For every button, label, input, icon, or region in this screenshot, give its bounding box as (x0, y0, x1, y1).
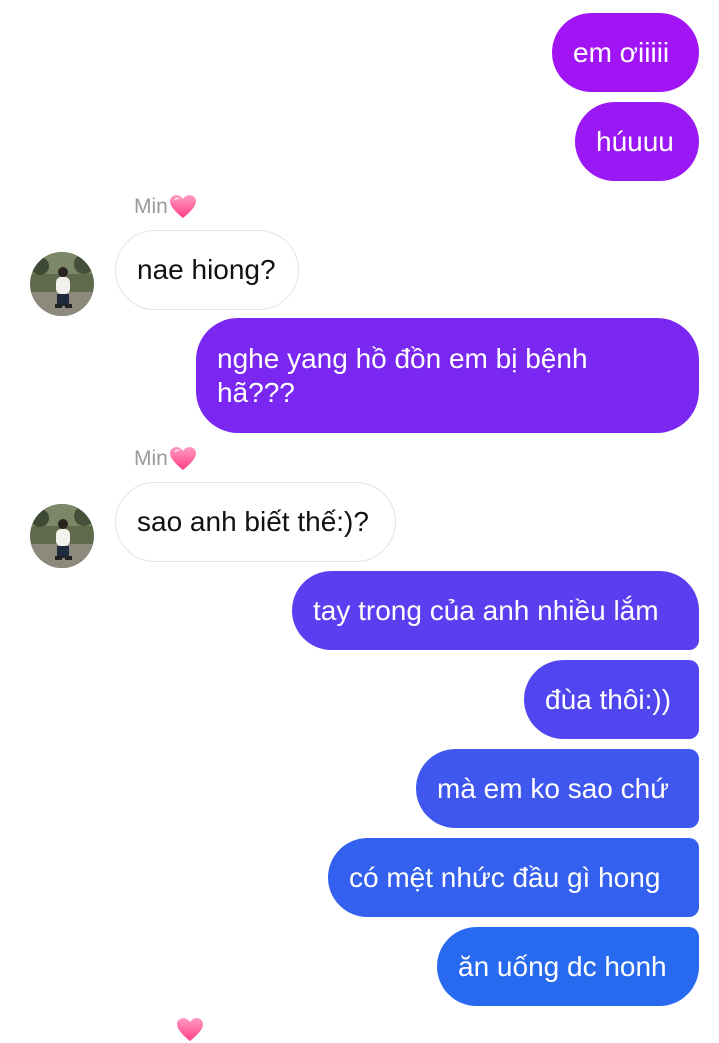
outgoing-message-bubble[interactable]: có mệt nhức đầu gì hong (328, 838, 699, 917)
message-text: em ơiiiii (573, 36, 670, 68)
pink-heart-icon (169, 447, 196, 470)
contact-avatar[interactable] (30, 252, 94, 316)
message-text: húuuu (596, 125, 674, 157)
sender-name: Min (134, 447, 168, 470)
message-text: mà em ko sao chứ (437, 772, 669, 804)
contact-avatar[interactable] (30, 504, 94, 568)
incoming-message-bubble[interactable]: sao anh biết thế:)? (115, 482, 396, 562)
message-text: tay trong của anh nhiều lắm (313, 594, 659, 626)
message-text: ăn uống dc honh (458, 950, 667, 982)
outgoing-message-bubble[interactable]: em ơiiiii (552, 13, 699, 92)
sender-name: Min (134, 195, 168, 218)
pink-heart-icon (177, 1018, 203, 1041)
pink-heart-icon (169, 195, 196, 218)
outgoing-message-bubble[interactable]: ăn uống dc honh (437, 927, 699, 1006)
sender-name-label: Min (134, 194, 197, 220)
message-text: đùa thôi:)) (545, 683, 672, 715)
avatar-image (30, 504, 94, 568)
outgoing-message-bubble[interactable]: tay trong của anh nhiều lắm (292, 571, 699, 650)
message-text: có mệt nhức đầu gì hong (349, 861, 661, 893)
outgoing-message-bubble[interactable]: húuuu (575, 102, 699, 181)
sender-name-label: Min (134, 446, 197, 472)
message-text: sao anh biết thế:)? (137, 506, 369, 537)
outgoing-message-bubble[interactable]: nghe yang hồ đồn em bị bệnh hã??? (196, 318, 699, 433)
message-text: nghe yang hồ đồn em bị bệnh hã??? (217, 342, 588, 408)
incoming-message-bubble[interactable]: nae hiong? (115, 230, 299, 310)
outgoing-message-bubble[interactable]: mà em ko sao chứ (416, 749, 699, 828)
avatar-image (30, 252, 94, 316)
message-text: nae hiong? (137, 254, 276, 285)
chat-thread: em ơiiiii húuuu Min nae hiong? nghe yang… (0, 0, 719, 1041)
outgoing-message-bubble[interactable]: đùa thôi:)) (524, 660, 699, 739)
